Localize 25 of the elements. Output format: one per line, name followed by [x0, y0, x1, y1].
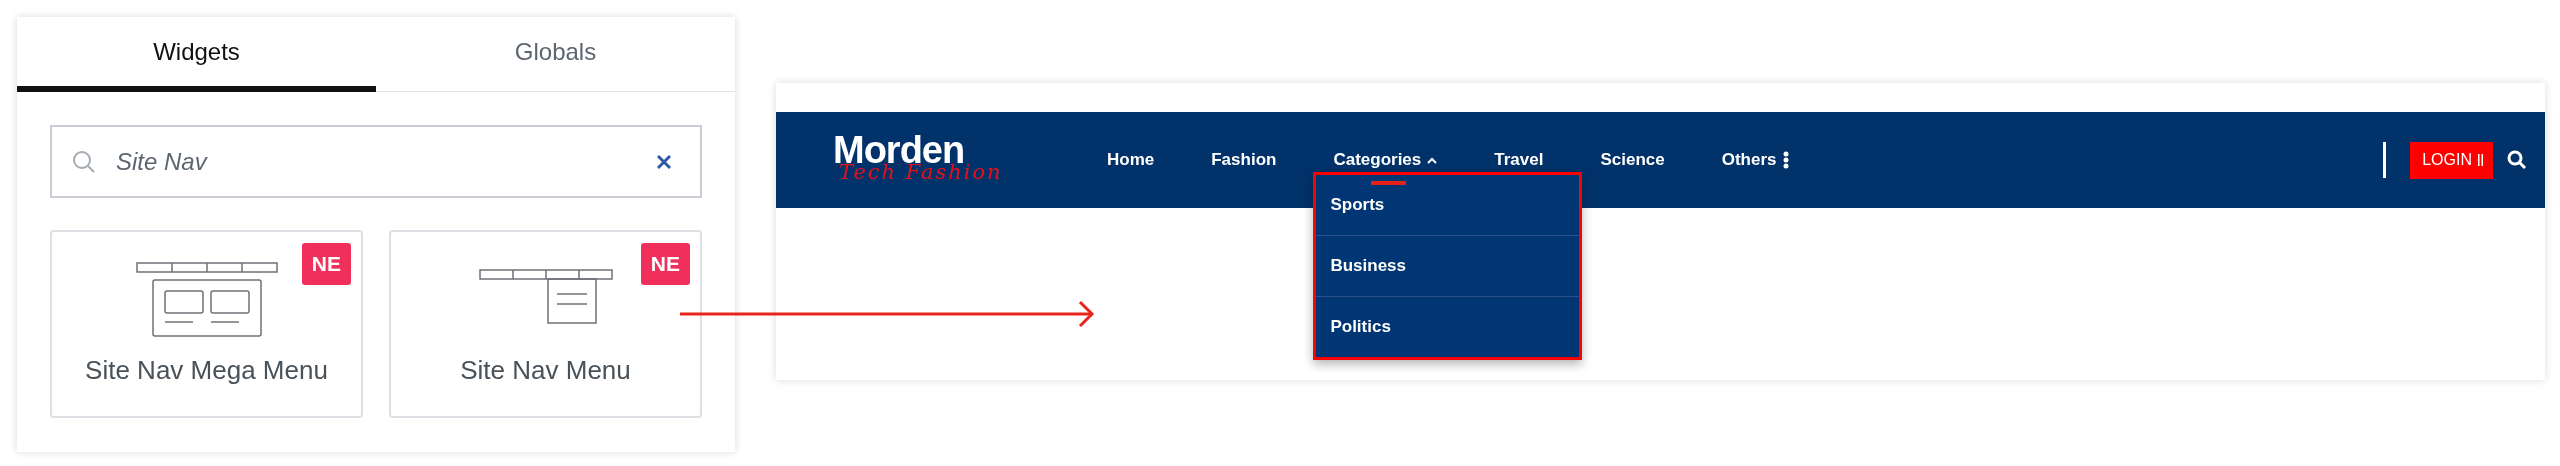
nav-link[interactable]: Categories [1333, 150, 1438, 170]
tab[interactable]: Globals [376, 17, 735, 92]
new-badge: NE [301, 243, 351, 285]
dropdown-item[interactable]: Business [1316, 235, 1580, 296]
close-icon[interactable] [656, 153, 672, 170]
divider-line [2383, 142, 2387, 178]
nav-link[interactable]: Science [1600, 150, 1665, 170]
tab[interactable]: Widgets [17, 17, 376, 92]
mega-menu-icon [135, 262, 278, 337]
more-vertical-icon [1782, 151, 1789, 169]
widget-title: Site Nav Menu [460, 355, 631, 386]
search-icon[interactable] [2507, 150, 2527, 170]
bars-icon [2478, 154, 2483, 166]
widget-card[interactable]: NE Site Nav Mega Menu [50, 230, 363, 418]
login-button[interactable]: LOGIN [2410, 141, 2493, 179]
nav-link[interactable]: Travel [1494, 150, 1544, 170]
nav-link[interactable]: Fashion [1211, 150, 1277, 170]
widget-title: Site Nav Mega Menu [85, 355, 328, 386]
nav-link[interactable]: Others [1721, 150, 1789, 170]
widget-card[interactable]: NE Site Nav Menu [389, 230, 702, 418]
dropdown-item[interactable]: Sports [1316, 175, 1580, 235]
nav-link[interactable]: Home [1107, 150, 1155, 170]
new-badge: NE [640, 243, 690, 285]
search-field[interactable]: Site Nav [50, 125, 702, 198]
dropdown-item[interactable]: Politics [1316, 296, 1580, 357]
